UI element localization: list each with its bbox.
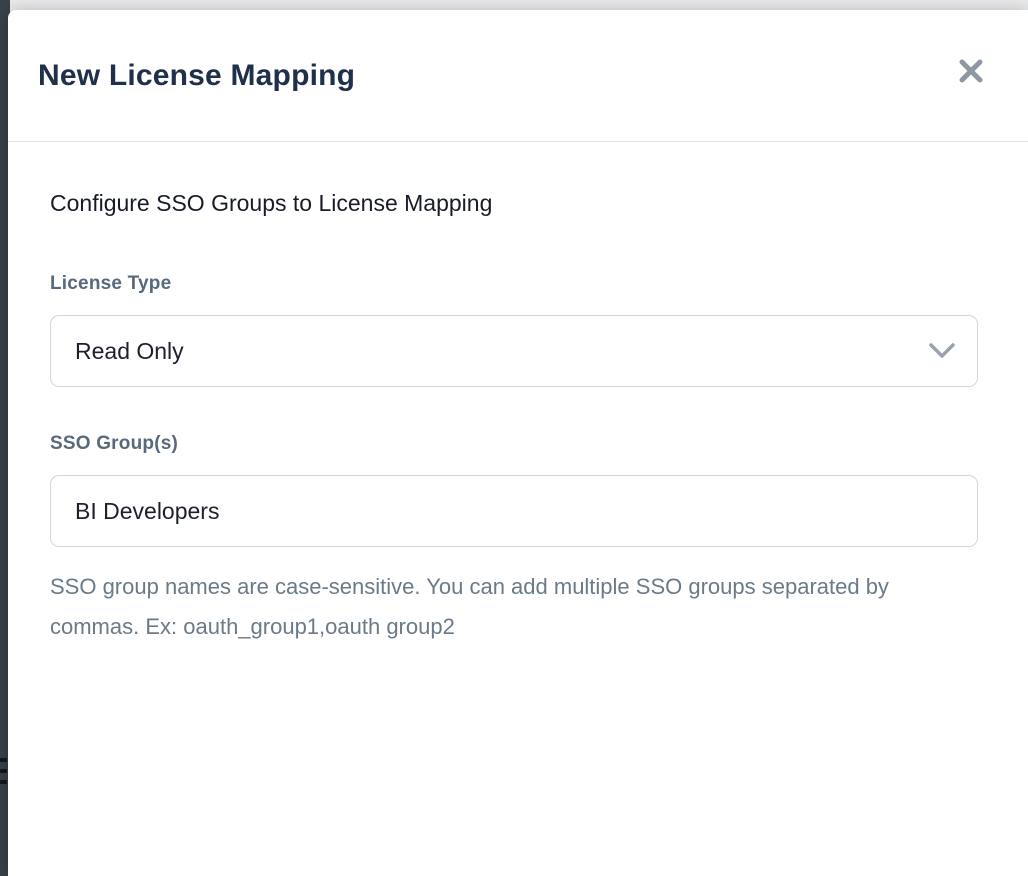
license-type-field-group: License Type Read Only — [50, 273, 978, 387]
sso-groups-input[interactable] — [50, 475, 978, 547]
modal-title: New License Mapping — [38, 59, 355, 93]
modal-body: Configure SSO Groups to License Mapping … — [8, 142, 1028, 876]
list-icon — [0, 758, 7, 784]
new-license-mapping-modal: New License Mapping Configure SSO Groups… — [8, 10, 1028, 876]
modal-header: New License Mapping — [8, 10, 1028, 142]
page: New License Mapping Configure SSO Groups… — [0, 0, 1028, 876]
close-button[interactable] — [954, 54, 988, 88]
sso-groups-label: SSO Group(s) — [50, 433, 978, 455]
chevron-down-icon — [929, 343, 955, 359]
sso-groups-help-text: SSO group names are case-sensitive. You … — [50, 567, 910, 647]
license-type-selected-value: Read Only — [75, 338, 184, 365]
close-icon — [958, 58, 984, 84]
license-type-select[interactable]: Read Only — [50, 315, 978, 387]
license-type-label: License Type — [50, 273, 978, 295]
sso-groups-field-group: SSO Group(s) SSO group names are case-se… — [50, 433, 978, 647]
modal-subtitle: Configure SSO Groups to License Mapping — [50, 190, 978, 217]
